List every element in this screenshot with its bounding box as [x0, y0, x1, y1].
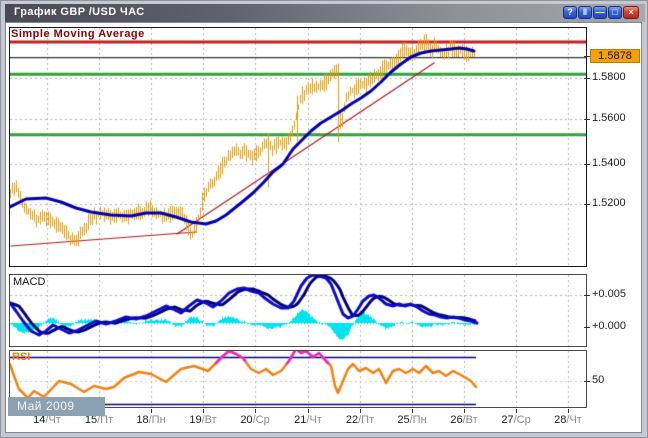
- time-tick-mark: [412, 409, 413, 413]
- price-chart-panel[interactable]: [9, 27, 587, 267]
- macd-tick-label: +0.005: [592, 288, 626, 300]
- price-tick-mark: [584, 78, 590, 79]
- macd-tick-mark: [584, 295, 590, 296]
- time-tick-mark: [464, 409, 465, 413]
- time-tick-label: 22/Пт: [346, 414, 374, 426]
- pause-button[interactable]: ‖: [578, 6, 592, 19]
- time-tick-mark: [360, 409, 361, 413]
- time-tick-label: 20/Ср: [240, 414, 269, 426]
- time-tick-label: 19/Вт: [189, 414, 216, 426]
- macd-canvas[interactable]: [10, 275, 586, 346]
- time-tick-mark: [203, 409, 204, 413]
- price-tick-label: 1.5600: [592, 112, 626, 124]
- time-tick-label: 18/Пн: [136, 414, 165, 426]
- time-tick-mark: [308, 409, 309, 413]
- price-chart-canvas[interactable]: [10, 28, 586, 266]
- title-bar[interactable]: График GBP /USD ЧАС: [5, 4, 645, 22]
- price-tick-label: 1.5800: [592, 71, 626, 83]
- chart-window: График GBP /USD ЧАС ? ‖ — □ × Simple Mov…: [0, 0, 648, 438]
- sma-indicator-label: Simple Moving Average: [11, 28, 145, 40]
- time-tick-mark: [255, 409, 256, 413]
- macd-indicator-label: MACD: [13, 276, 45, 288]
- macd-panel[interactable]: [9, 274, 587, 347]
- window-title: График GBP /USD ЧАС: [14, 6, 145, 18]
- period-badge: Май 2009: [8, 397, 105, 416]
- close-button[interactable]: ×: [623, 6, 639, 19]
- maximize-button[interactable]: □: [608, 6, 622, 19]
- time-tick-mark: [516, 409, 517, 413]
- price-tick-mark: [584, 119, 590, 120]
- price-tick-label: 1.5200: [592, 197, 626, 209]
- rsi-indicator-label: RSI: [12, 351, 30, 363]
- time-tick-label: 27/Ср: [501, 414, 530, 426]
- time-tick-label: 21/Чт: [294, 414, 322, 426]
- time-tick-label: 26/Вт: [450, 414, 477, 426]
- price-tick-mark: [584, 204, 590, 205]
- time-tick-label: 25/Пн: [397, 414, 426, 426]
- macd-tick-label: +0.000: [592, 320, 626, 332]
- time-tick-mark: [151, 409, 152, 413]
- price-tick-mark: [584, 164, 590, 165]
- rsi-tick-mark: [584, 381, 590, 382]
- time-tick-label: 28/Чт: [554, 414, 582, 426]
- price-tick-label: 1.5400: [592, 157, 626, 169]
- time-tick-mark: [568, 409, 569, 413]
- minimize-button[interactable]: —: [593, 6, 607, 19]
- current-price-badge: 1.5878: [590, 49, 640, 63]
- macd-tick-mark: [584, 327, 590, 328]
- rsi-tick-label: 50: [592, 374, 604, 386]
- help-button[interactable]: ?: [563, 6, 577, 19]
